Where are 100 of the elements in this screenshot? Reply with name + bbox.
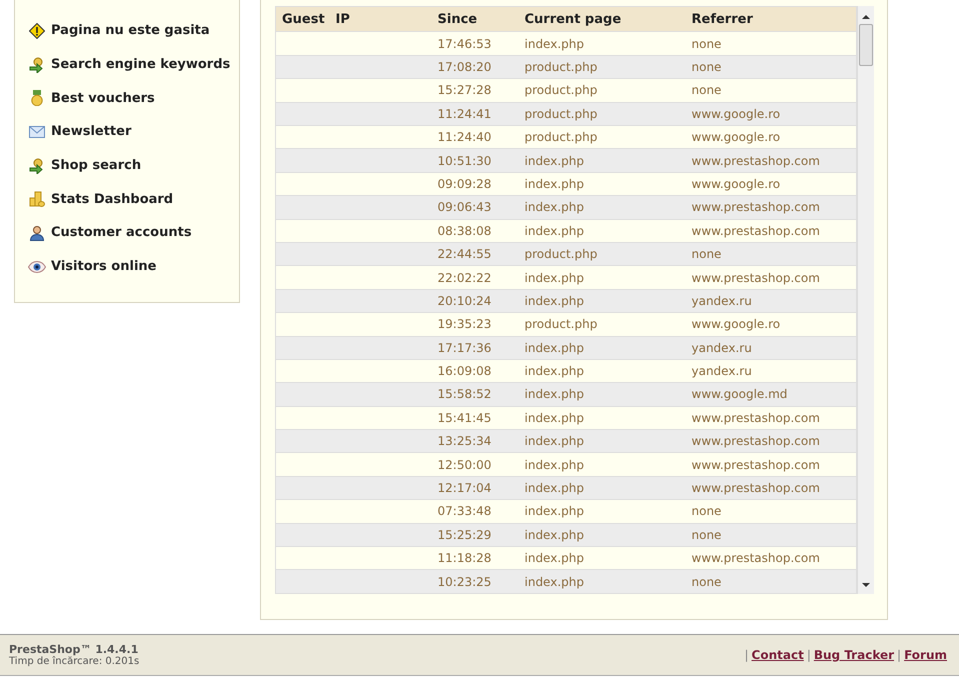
sidebar-item[interactable]: Best vouchers xyxy=(28,81,239,116)
table-cell: 13:25:34 xyxy=(432,430,518,453)
separator: | xyxy=(806,648,811,662)
table-cell: 10:23:25 xyxy=(432,570,518,594)
sidebar-item[interactable]: Pagina nu este gasita xyxy=(28,14,239,48)
table-cell: none xyxy=(686,55,856,79)
column-header: Current page xyxy=(518,6,686,32)
key-arrow-icon xyxy=(29,56,45,73)
table-cell: 17:17:36 xyxy=(432,336,518,360)
table-cell: 15:27:28 xyxy=(432,78,518,102)
sidebar-item[interactable]: Customer accounts xyxy=(28,216,239,250)
footer-link[interactable]: Bug Tracker xyxy=(814,648,894,662)
table-cell: index.php xyxy=(518,196,686,220)
table-cell: 10:51:30 xyxy=(432,148,518,172)
table-cell: 15:25:29 xyxy=(432,523,518,547)
table-cell: yandex.ru xyxy=(686,359,856,383)
table-cell: index.php xyxy=(518,148,686,172)
table-cell: www.prestashop.com xyxy=(686,452,856,476)
version-label: PrestaShop™ 1.4.4.1 xyxy=(9,643,140,656)
table-cell: index.php xyxy=(518,406,686,430)
sidebar-item[interactable]: Visitors online xyxy=(28,250,239,284)
separator: | xyxy=(897,648,902,662)
table-cell: www.prestashop.com xyxy=(686,219,856,242)
table-cell: index.php xyxy=(518,476,686,500)
table-cell: yandex.ru xyxy=(686,289,856,313)
table-cell: www.google.ro xyxy=(686,172,856,196)
table-cell: none xyxy=(686,523,856,547)
table-cell: 09:06:43 xyxy=(432,196,518,220)
table-cell: www.google.ro xyxy=(686,125,856,149)
column-header: Guest xyxy=(276,6,326,32)
table-cell: index.php xyxy=(518,359,686,383)
table-cell: www.google.ro xyxy=(686,102,856,126)
table-cell: none xyxy=(686,570,856,594)
table-cell: 08:38:08 xyxy=(432,219,518,242)
eye-icon xyxy=(28,260,46,273)
scroll-down-icon[interactable] xyxy=(862,582,870,588)
table-cell: product.php xyxy=(518,78,686,102)
table-cell: www.google.ro xyxy=(686,312,856,336)
load-time-label: Timp de încărcare: 0.201s xyxy=(9,656,140,667)
table-cell: 15:41:45 xyxy=(432,406,518,430)
table-cell: product.php xyxy=(518,55,686,79)
scrollbar-thumb[interactable] xyxy=(859,24,873,66)
table-cell: 20:10:24 xyxy=(432,289,518,313)
table-cell: product.php xyxy=(518,125,686,149)
table-cell: none xyxy=(686,242,856,266)
sidebar-item[interactable]: Newsletter xyxy=(28,115,239,149)
column-header: IP xyxy=(326,6,432,32)
person-icon xyxy=(29,224,45,241)
table-cell: 11:24:40 xyxy=(432,125,518,149)
table-cell: www.prestashop.com xyxy=(686,148,856,172)
scrollbar[interactable] xyxy=(857,6,874,594)
footer-link[interactable]: Contact xyxy=(752,648,804,662)
envelope-icon xyxy=(29,126,45,138)
table-cell: 09:09:28 xyxy=(432,172,518,196)
table-cell: product.php xyxy=(518,312,686,336)
table-cell: 22:44:55 xyxy=(432,242,518,266)
table-cell: none xyxy=(686,32,856,56)
table-cell: www.prestashop.com xyxy=(686,196,856,220)
table-cell: index.php xyxy=(518,336,686,360)
footer-link[interactable]: Forum xyxy=(904,648,947,662)
sidebar-item[interactable]: Shop search xyxy=(28,148,239,182)
table-cell: 11:24:41 xyxy=(432,102,518,126)
table-cell: www.prestashop.com xyxy=(686,406,856,430)
separator: | xyxy=(744,648,749,662)
table-cell: www.prestashop.com xyxy=(686,430,856,453)
table-cell: index.php xyxy=(518,32,686,56)
table-cell: none xyxy=(686,500,856,524)
column-header: Referrer xyxy=(686,6,856,32)
table-cell: none xyxy=(686,78,856,102)
table-cell: index.php xyxy=(518,430,686,453)
table-cell: www.google.md xyxy=(686,382,856,406)
table-cell: index.php xyxy=(518,219,686,242)
table-cell: index.php xyxy=(518,382,686,406)
table-cell: 15:58:52 xyxy=(432,382,518,406)
table-cell: 11:18:28 xyxy=(432,546,518,570)
table-cell: index.php xyxy=(518,523,686,547)
scroll-up-icon[interactable] xyxy=(862,14,870,20)
table-cell: index.php xyxy=(518,570,686,594)
key-arrow-icon xyxy=(29,158,45,174)
table-cell: 07:33:48 xyxy=(432,500,518,524)
table-cell: www.prestashop.com xyxy=(686,266,856,290)
table-cell: yandex.ru xyxy=(686,336,856,360)
table-cell: 19:35:23 xyxy=(432,312,518,336)
table-cell: index.php xyxy=(518,500,686,524)
column-header: Since xyxy=(432,6,518,32)
table-cell: www.prestashop.com xyxy=(686,476,856,500)
table-cell: www.prestashop.com xyxy=(686,546,856,570)
table-cell: index.php xyxy=(518,546,686,570)
table-cell: 17:08:20 xyxy=(432,55,518,79)
medal-icon xyxy=(30,90,44,106)
table-cell: index.php xyxy=(518,289,686,313)
table-cell: 22:02:22 xyxy=(432,266,518,290)
table-cell: 17:46:53 xyxy=(432,32,518,56)
sidebar-item[interactable]: Stats Dashboard xyxy=(28,182,239,216)
table-cell: index.php xyxy=(518,452,686,476)
table-cell: 16:09:08 xyxy=(432,359,518,383)
table-cell: index.php xyxy=(518,172,686,196)
table-cell: 12:50:00 xyxy=(432,452,518,476)
table-cell: product.php xyxy=(518,102,686,126)
sidebar-item[interactable]: Search engine keywords xyxy=(28,48,239,82)
